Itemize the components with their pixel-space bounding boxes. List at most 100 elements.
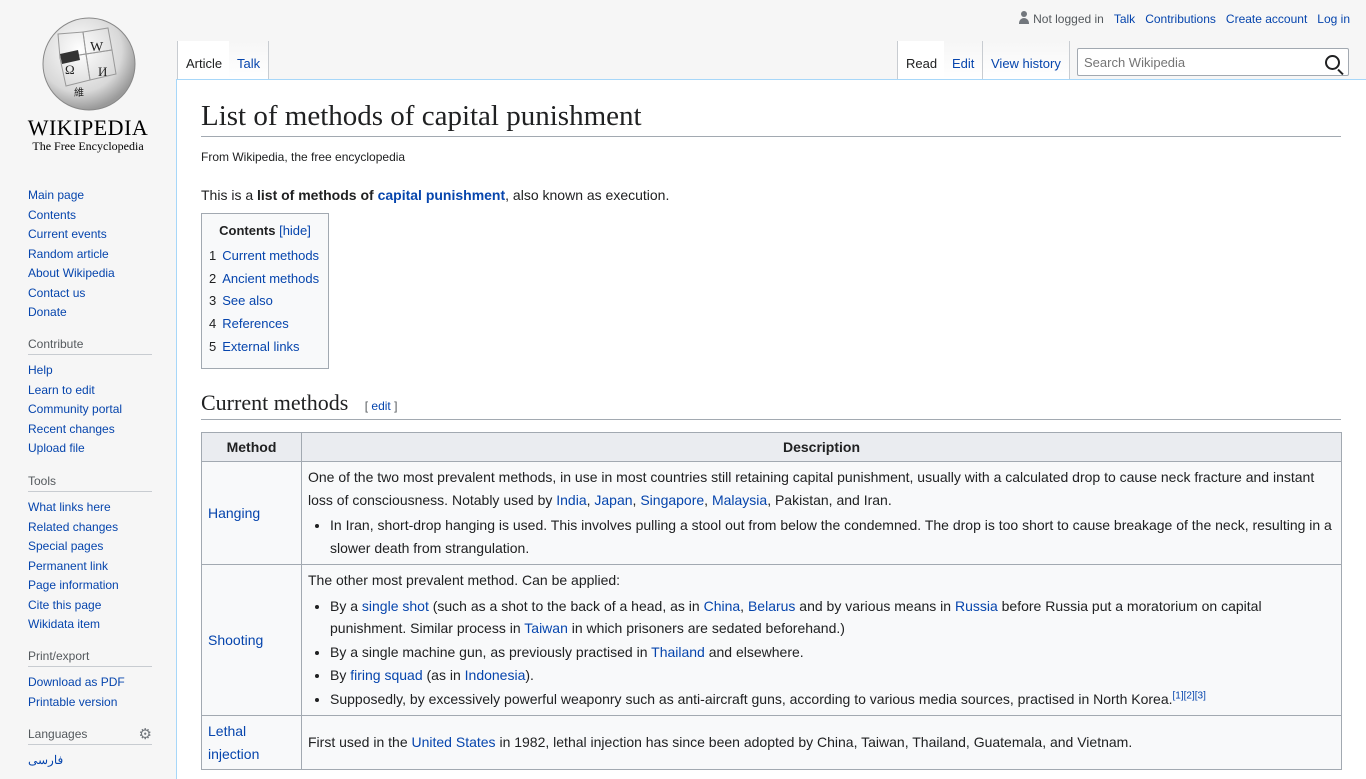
singapore-link[interactable]: Singapore xyxy=(640,492,704,508)
list-item: Supposedly, by excessively powerful weap… xyxy=(330,688,1335,711)
table-row: Hanging One of the two most prevalent me… xyxy=(201,461,1342,565)
page-title: List of methods of capital punishment xyxy=(201,100,1341,137)
wordmark: Wikipedia xyxy=(27,115,149,140)
column-header-method: Method xyxy=(201,432,302,462)
sidebar-item-main-page[interactable]: Main page xyxy=(28,186,158,206)
portal-print-export: Print/export Download as PDF Printable v… xyxy=(28,649,152,712)
sidebar-item-cite-this-page[interactable]: Cite this page xyxy=(28,596,152,616)
list-item: In Iran, short-drop hanging is used. Thi… xyxy=(330,514,1335,559)
sidebar-item-page-information[interactable]: Page information xyxy=(28,576,152,596)
sidebar-item-recent-changes[interactable]: Recent changes xyxy=(28,420,152,440)
firing-squad-link[interactable]: firing squad xyxy=(350,667,422,683)
capital-punishment-link[interactable]: capital punishment xyxy=(378,187,506,203)
sidebar-item-what-links-here[interactable]: What links here xyxy=(28,498,152,518)
svg-text:Ω: Ω xyxy=(65,62,75,77)
sidebar-item-printable-version[interactable]: Printable version xyxy=(28,693,152,713)
puzzle-globe-icon: W Ω И 維 xyxy=(42,17,136,111)
sidebar-item-random-article[interactable]: Random article xyxy=(28,245,158,265)
svg-text:維: 維 xyxy=(74,86,84,99)
portal-heading: Contribute xyxy=(28,337,152,355)
sidebar-item-community-portal[interactable]: Community portal xyxy=(28,400,152,420)
search-input[interactable] xyxy=(1078,49,1320,75)
tab-talk[interactable]: Talk xyxy=(229,41,270,79)
gear-icon[interactable]: ⚙ xyxy=(139,725,152,743)
method-cell: Lethal injection xyxy=(201,715,302,770)
toc-hide-toggle[interactable]: [hide] xyxy=(279,223,311,238)
site-subtitle: From Wikipedia, the free encyclopedia xyxy=(201,150,406,164)
japan-link[interactable]: Japan xyxy=(594,492,632,508)
taiwan-link[interactable]: Taiwan xyxy=(524,620,568,636)
search-box[interactable] xyxy=(1077,48,1349,76)
tab-article[interactable]: Article xyxy=(177,41,232,79)
portal-contribute: Contribute Help Learn to edit Community … xyxy=(28,337,152,459)
india-link[interactable]: India xyxy=(556,492,586,508)
sidebar-item-special-pages[interactable]: Special pages xyxy=(28,537,152,557)
russia-link[interactable]: Russia xyxy=(955,598,998,614)
search-icon[interactable] xyxy=(1325,55,1340,70)
talk-link[interactable]: Talk xyxy=(1114,12,1135,26)
sidebar-item-help[interactable]: Help xyxy=(28,361,152,381)
sidebar-item-contents[interactable]: Contents xyxy=(28,206,158,226)
tab-edit[interactable]: Edit xyxy=(944,41,984,79)
toc-item[interactable]: 3 See also xyxy=(209,293,273,308)
toc-item[interactable]: 5 External links xyxy=(209,339,300,354)
description-cell: The other most prevalent method. Can be … xyxy=(301,564,1342,716)
login-link[interactable]: Log in xyxy=(1317,12,1350,26)
method-cell: Hanging xyxy=(201,461,302,565)
sidebar-item-download-pdf[interactable]: Download as PDF xyxy=(28,673,152,693)
portal-heading: Print/export xyxy=(28,649,152,667)
china-link[interactable]: China xyxy=(704,598,741,614)
table-of-contents: Contents [hide] 1 Current methods 2 Ancien… xyxy=(201,213,329,369)
reference-link[interactable]: [3] xyxy=(1195,690,1206,701)
tab-read[interactable]: Read xyxy=(897,41,947,79)
method-cell: Shooting xyxy=(201,564,302,716)
indonesia-link[interactable]: Indonesia xyxy=(465,667,526,683)
toc-item[interactable]: 1 Current methods xyxy=(209,248,319,263)
portal-tools: Tools What links here Related changes Sp… xyxy=(28,474,152,635)
column-header-description: Description xyxy=(301,432,1342,462)
contributions-link[interactable]: Contributions xyxy=(1145,12,1216,26)
personal-tools: Not logged in Talk Contributions Create … xyxy=(1019,11,1350,26)
thailand-link[interactable]: Thailand xyxy=(651,644,705,660)
sidebar-item-contact[interactable]: Contact us xyxy=(28,284,158,304)
sidebar-item-about[interactable]: About Wikipedia xyxy=(28,264,158,284)
hanging-link[interactable]: Hanging xyxy=(208,505,260,521)
toc-title: Contents xyxy=(219,223,276,238)
portal-languages: Languages ⚙ فارسی xyxy=(28,725,152,771)
sidebar-item-current-events[interactable]: Current events xyxy=(28,225,158,245)
malaysia-link[interactable]: Malaysia xyxy=(712,492,767,508)
description-cell: One of the two most prevalent methods, i… xyxy=(301,461,1342,565)
single-shot-link[interactable]: single shot xyxy=(362,598,429,614)
sidebar-item-upload-file[interactable]: Upload file xyxy=(28,439,152,459)
table-row: Lethal injection First used in the United… xyxy=(201,715,1342,770)
tab-view-history[interactable]: View history xyxy=(983,41,1070,79)
sidebar-item-learn-to-edit[interactable]: Learn to edit xyxy=(28,381,152,401)
sidebar-navigation: Main page Contents Current events Random… xyxy=(28,186,158,323)
portal-heading: Tools xyxy=(28,474,152,492)
sidebar-item-permanent-link[interactable]: Permanent link xyxy=(28,557,152,577)
sidebar-item-related-changes[interactable]: Related changes xyxy=(28,518,152,538)
reference-link[interactable]: [1] xyxy=(1173,690,1184,701)
sidebar-item-wikidata-item[interactable]: Wikidata item xyxy=(28,615,152,635)
lethal-injection-link[interactable]: Lethal injection xyxy=(208,723,259,762)
table-row: Shooting The other most prevalent method… xyxy=(201,564,1342,716)
create-account-link[interactable]: Create account xyxy=(1226,12,1307,26)
table-header-row: Method Description xyxy=(201,432,1342,462)
login-status: Not logged in xyxy=(1019,11,1104,26)
svg-text:W: W xyxy=(90,40,104,55)
section-edit: [ edit ] xyxy=(364,399,398,413)
logo-tagline: The Free Encyclopedia xyxy=(32,139,144,153)
toc-item[interactable]: 2 Ancient methods xyxy=(209,271,319,286)
list-item: By a single machine gun, as previously p… xyxy=(330,641,1335,664)
description-cell: First used in the United States in 1982,… xyxy=(301,715,1342,770)
toc-item[interactable]: 4 References xyxy=(209,316,289,331)
section-edit-link[interactable]: edit xyxy=(371,399,390,413)
list-item: By a single shot (such as a shot to the … xyxy=(330,595,1335,640)
reference-link[interactable]: [2] xyxy=(1184,690,1195,701)
wikipedia-logo[interactable]: W Ω И 維 Wikipedia The Free Encyclopedia xyxy=(0,0,176,160)
united-states-link[interactable]: United States xyxy=(412,734,496,750)
shooting-link[interactable]: Shooting xyxy=(208,632,263,648)
portal-heading: Languages ⚙ xyxy=(28,725,152,745)
sidebar-item-donate[interactable]: Donate xyxy=(28,303,158,323)
belarus-link[interactable]: Belarus xyxy=(748,598,795,614)
